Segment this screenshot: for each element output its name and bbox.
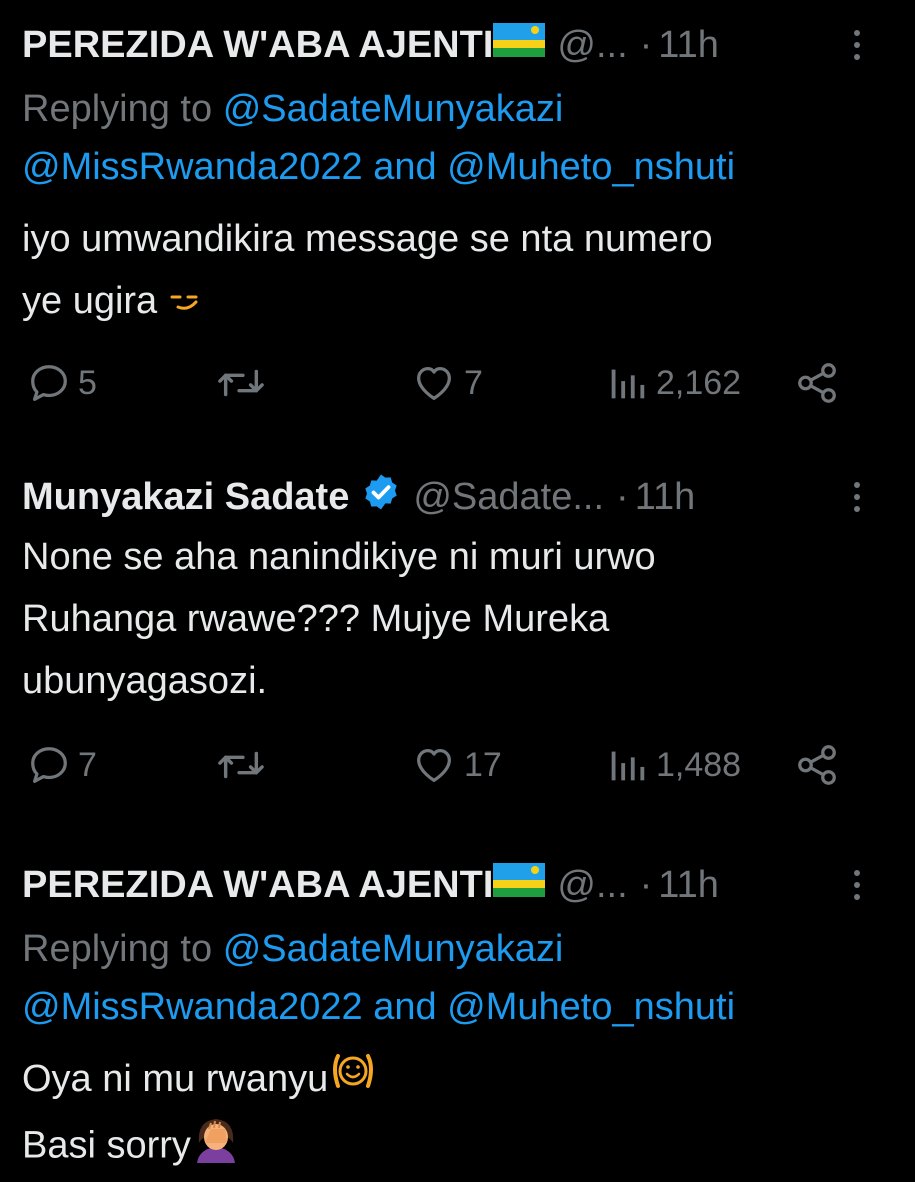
mention-link[interactable]: @Muheto_nshuti xyxy=(447,986,735,1028)
tweet-text-fragment: Oya ni mu rwanyu xyxy=(22,1058,329,1100)
rwanda-flag-icon xyxy=(493,863,546,907)
author-handle[interactable]: @... xyxy=(557,864,627,907)
tweet-text: None se aha nanindikiye ni muri urwo Ruh… xyxy=(22,526,892,712)
and-label: and xyxy=(373,986,437,1028)
tweet-text-line: None se aha nanindikiye ni muri urwo xyxy=(22,536,656,578)
tweet-text-line: ubunyagasozi. xyxy=(22,660,268,702)
separator-dot: · xyxy=(616,475,629,518)
heart-icon xyxy=(417,748,451,782)
verified-badge-icon xyxy=(361,472,401,522)
replying-to-line-1: Replying to @SadateMunyakazi xyxy=(22,920,563,978)
like-button[interactable]: 17 xyxy=(410,740,502,790)
rwanda-flag-icon xyxy=(493,23,546,67)
share-icon xyxy=(798,745,836,785)
retweet-button[interactable] xyxy=(216,740,272,790)
tweet-text-line: Oya ni mu rwanyu xyxy=(22,1048,892,1113)
analytics-icon xyxy=(611,369,645,399)
author-name[interactable]: PEREZIDA W'ABA AJENTI xyxy=(22,864,493,907)
woman-facepalming-emoji-icon xyxy=(191,1113,241,1182)
tweet-header: PEREZIDA W'ABA AJENTI @... · 11h xyxy=(22,860,719,910)
tweet-timestamp[interactable]: 11h xyxy=(658,864,719,907)
like-button[interactable]: 7 xyxy=(410,358,483,408)
replying-to-line-2: @MissRwanda2022 and @Muheto_nshuti xyxy=(22,978,735,1036)
separator-dot: · xyxy=(639,863,653,906)
and-label: and xyxy=(373,146,437,188)
views-button[interactable]: 2,162 xyxy=(604,358,741,408)
analytics-icon xyxy=(611,751,645,781)
tweet-text: iyo umwandikira message se nta numero ye… xyxy=(22,208,892,334)
mention-link[interactable]: @SadateMunyakazi xyxy=(223,88,564,130)
tweet-text-line: Ruhanga rwawe??? Mujye Mureka xyxy=(22,598,610,640)
author-handle[interactable]: @... xyxy=(557,24,627,67)
tweet-text-line: ye ugira xyxy=(22,270,892,334)
share-icon xyxy=(798,363,836,403)
like-count: 7 xyxy=(464,363,483,402)
tweet-text-line: Basi sorry xyxy=(22,1113,892,1182)
reply-button[interactable]: 5 xyxy=(26,358,97,408)
author-handle[interactable]: @Sadate... xyxy=(413,476,604,519)
retweet-button[interactable] xyxy=(216,358,272,408)
tweet-actions: 7 17 1,488 xyxy=(0,740,915,790)
retweet-icon xyxy=(218,369,264,397)
replying-to-line-1: Replying to @SadateMunyakazi xyxy=(22,80,563,138)
author-name[interactable]: PEREZIDA W'ABA AJENTI xyxy=(22,24,493,67)
tweet-timestamp[interactable]: 11h xyxy=(658,24,719,67)
heart-icon xyxy=(417,366,451,400)
reply-icon xyxy=(31,365,67,401)
reply-count: 7 xyxy=(78,745,97,784)
mention-link[interactable]: @SadateMunyakazi xyxy=(223,928,564,970)
tweet-text: Oya ni mu rwanyu Basi sorry xyxy=(22,1048,892,1182)
reply-icon xyxy=(31,747,67,783)
more-options-icon[interactable] xyxy=(847,860,867,910)
tweet-text-fragment: ye ugira xyxy=(22,280,158,322)
views-count: 1,488 xyxy=(656,745,742,784)
more-options-icon[interactable] xyxy=(847,20,867,70)
separator-dot: · xyxy=(639,23,653,66)
smirk-emoji-icon xyxy=(168,272,202,334)
share-button[interactable] xyxy=(794,740,840,790)
mention-link[interactable]: @MissRwanda2022 xyxy=(22,146,363,188)
tweet-text-fragment: Basi sorry xyxy=(22,1125,191,1167)
tweet-header: Munyakazi Sadate @Sadate... · 11h xyxy=(22,472,695,522)
replying-to-line-2: @MissRwanda2022 and @Muheto_nshuti xyxy=(22,138,735,196)
tweet-actions: 5 7 2,162 xyxy=(0,358,915,408)
author-name[interactable]: Munyakazi Sadate xyxy=(22,476,349,519)
tweet-timestamp[interactable]: 11h xyxy=(635,476,696,519)
replying-to-label: Replying to xyxy=(22,928,213,970)
more-options-icon[interactable] xyxy=(847,472,867,522)
reply-button[interactable]: 7 xyxy=(26,740,97,790)
mention-link[interactable]: @MissRwanda2022 xyxy=(22,986,363,1028)
views-count: 2,162 xyxy=(656,363,742,402)
like-count: 17 xyxy=(464,745,502,784)
tweet-text-line: iyo umwandikira message se nta numero xyxy=(22,218,713,260)
tweet-header: PEREZIDA W'ABA AJENTI @... · 11h xyxy=(22,20,719,70)
retweet-icon xyxy=(218,751,264,779)
hugging-face-emoji-icon xyxy=(328,1048,378,1113)
replying-to-label: Replying to xyxy=(22,88,213,130)
mention-link[interactable]: @Muheto_nshuti xyxy=(447,146,735,188)
views-button[interactable]: 1,488 xyxy=(604,740,741,790)
share-button[interactable] xyxy=(794,358,840,408)
reply-count: 5 xyxy=(78,363,97,402)
